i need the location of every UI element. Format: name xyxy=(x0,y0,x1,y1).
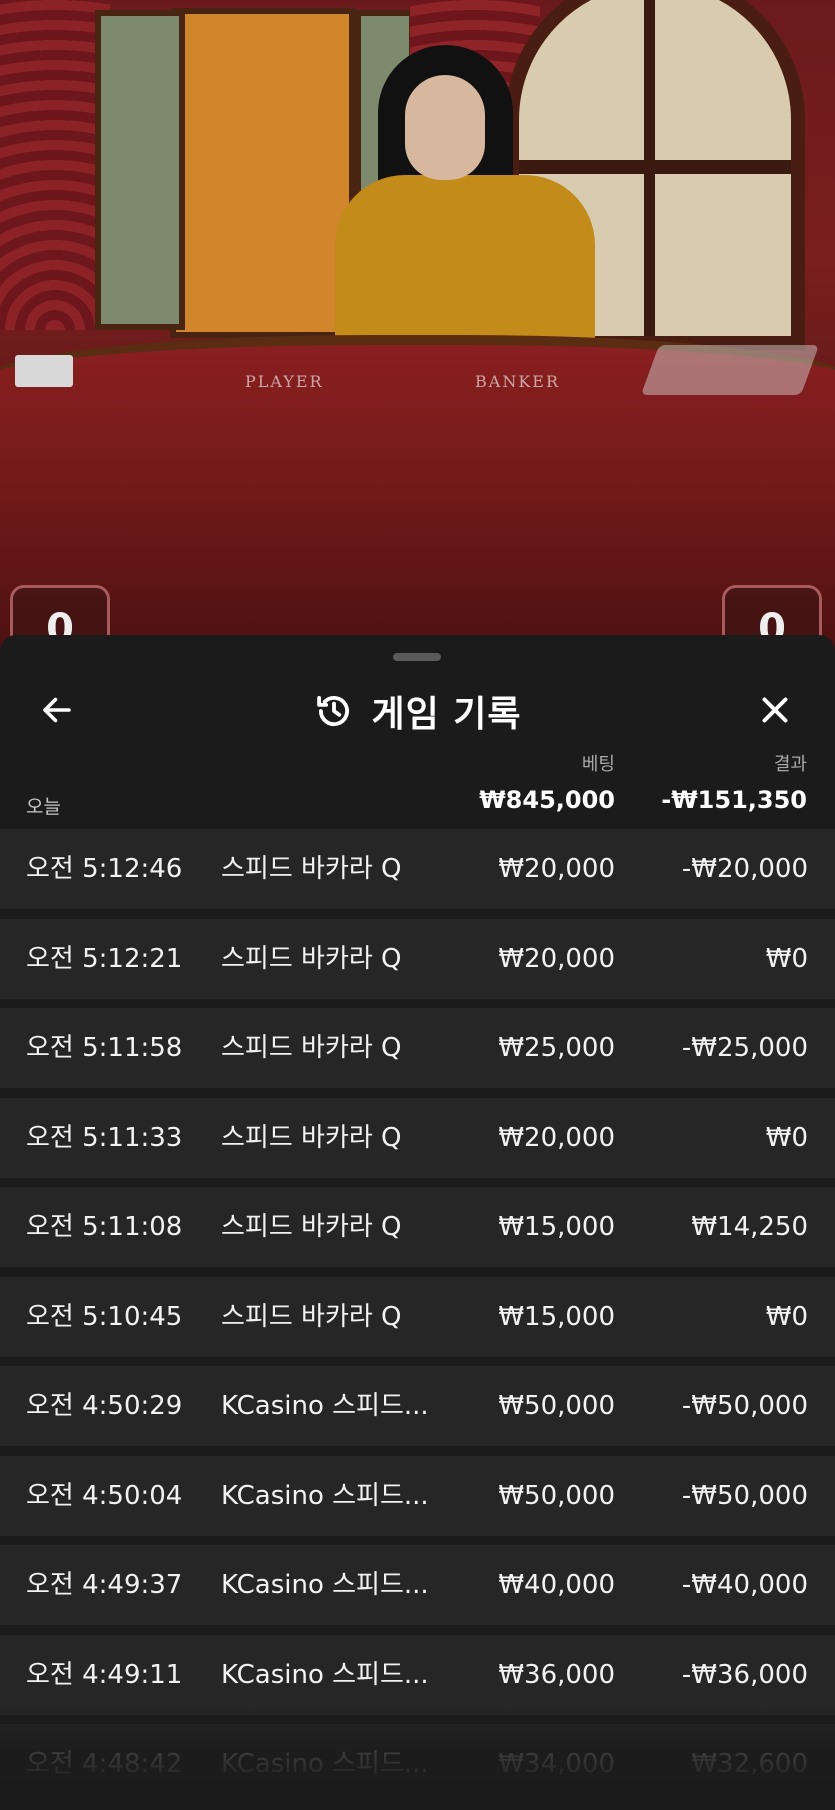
close-icon xyxy=(762,697,788,723)
row-bet: ₩50,000 xyxy=(498,1480,615,1511)
history-list: 오전 5:12:46 스피드 바카라 Q ₩20,000 -₩20,000 오전… xyxy=(0,829,835,1810)
row-time: 오전 4:50:29 xyxy=(26,1391,183,1421)
page-title: 게임 기록 xyxy=(371,694,522,735)
folding-screen xyxy=(170,8,355,338)
row-game: 스피드 바카라 Q xyxy=(221,1122,402,1153)
row-result: ₩32,600 xyxy=(691,1749,808,1779)
history-row[interactable]: 오전 4:49:37 KCasino 스피드... ₩40,000 -₩40,0… xyxy=(0,1545,835,1625)
history-row[interactable]: 오전 5:11:08 스피드 바카라 Q ₩15,000 ₩14,250 xyxy=(0,1187,835,1267)
row-bet: ₩15,000 xyxy=(498,1301,615,1332)
row-result: -₩40,000 xyxy=(681,1570,808,1600)
history-row[interactable]: 오전 5:11:58 스피드 바카라 Q ₩25,000 -₩25,000 xyxy=(0,1008,835,1088)
row-bet: ₩40,000 xyxy=(498,1570,615,1600)
close-button[interactable] xyxy=(752,687,798,733)
row-result: -₩36,000 xyxy=(681,1659,808,1690)
row-bet: ₩34,000 xyxy=(498,1749,615,1779)
row-game: 스피드 바카라 Q xyxy=(221,1033,402,1063)
row-time: 오전 5:11:33 xyxy=(26,1122,183,1153)
row-game: KCasino 스피드... xyxy=(221,1570,429,1600)
card-stack xyxy=(15,355,73,387)
row-game: KCasino 스피드... xyxy=(221,1391,429,1421)
row-result: ₩0 xyxy=(765,1122,808,1153)
history-row[interactable]: 오전 4:50:04 KCasino 스피드... ₩50,000 -₩50,0… xyxy=(0,1455,835,1536)
row-time: 오전 4:50:04 xyxy=(26,1480,183,1511)
row-result: -₩50,000 xyxy=(681,1480,808,1511)
history-icon xyxy=(317,695,350,727)
wall-decoration xyxy=(0,0,110,330)
row-bet: ₩50,000 xyxy=(498,1391,615,1421)
row-result: -₩20,000 xyxy=(681,854,808,884)
row-bet: ₩36,000 xyxy=(498,1659,615,1690)
summary-row: 베팅 결과 오늘 ₩845,000 -₩151,350 xyxy=(0,750,835,828)
row-game: KCasino 스피드... xyxy=(221,1749,429,1779)
table-label-player: PLAYER xyxy=(245,372,324,391)
title-group: 게임 기록 xyxy=(0,685,835,737)
row-result: ₩0 xyxy=(765,1301,808,1332)
total-result: -₩151,350 xyxy=(661,786,807,814)
history-row[interactable]: 오전 5:12:46 스피드 바카라 Q ₩20,000 -₩20,000 xyxy=(0,829,835,909)
row-game: KCasino 스피드... xyxy=(221,1659,429,1690)
history-row[interactable]: 오전 5:12:21 스피드 바카라 Q ₩20,000 ₩0 xyxy=(0,918,835,999)
row-bet: ₩15,000 xyxy=(498,1212,615,1242)
row-time: 오전 5:12:46 xyxy=(26,854,183,884)
row-game: KCasino 스피드... xyxy=(221,1480,429,1511)
drag-handle[interactable] xyxy=(393,653,441,661)
row-time: 오전 4:49:11 xyxy=(26,1659,183,1690)
total-bet: ₩845,000 xyxy=(479,786,615,814)
row-time: 오전 5:12:21 xyxy=(26,943,183,974)
row-result: ₩14,250 xyxy=(691,1212,808,1242)
dealer-body xyxy=(335,175,595,350)
history-row[interactable]: 오전 4:48:42 KCasino 스피드... ₩34,000 ₩32,60… xyxy=(0,1724,835,1804)
row-game: 스피드 바카라 Q xyxy=(221,1301,402,1332)
folding-screen xyxy=(95,10,185,330)
dealer-face xyxy=(405,75,485,180)
card-shoe xyxy=(640,345,820,395)
history-row[interactable]: 오전 4:49:11 KCasino 스피드... ₩36,000 -₩36,0… xyxy=(0,1634,835,1715)
row-game: 스피드 바카라 Q xyxy=(221,943,402,974)
row-time: 오전 5:10:45 xyxy=(26,1301,183,1332)
row-time: 오전 4:48:42 xyxy=(26,1749,183,1779)
history-row[interactable]: 오전 4:50:29 KCasino 스피드... ₩50,000 -₩50,0… xyxy=(0,1366,835,1446)
row-result: -₩25,000 xyxy=(681,1033,808,1063)
history-row[interactable]: 오전 5:11:33 스피드 바카라 Q ₩20,000 ₩0 xyxy=(0,1097,835,1178)
row-bet: ₩25,000 xyxy=(498,1033,615,1063)
row-bet: ₩20,000 xyxy=(498,943,615,974)
date-label: 오늘 xyxy=(26,796,61,818)
row-result: -₩50,000 xyxy=(681,1391,808,1421)
result-column-label: 결과 xyxy=(773,754,807,775)
history-row[interactable]: 오전 5:10:45 스피드 바카라 Q ₩15,000 ₩0 xyxy=(0,1276,835,1357)
bet-column-label: 베팅 xyxy=(581,754,615,775)
row-time: 오전 5:11:08 xyxy=(26,1212,183,1242)
row-game: 스피드 바카라 Q xyxy=(221,1212,402,1242)
row-bet: ₩20,000 xyxy=(498,854,615,884)
table-label-banker: BANKER xyxy=(475,372,560,391)
game-history-sheet: 게임 기록 베팅 결과 오늘 ₩845,000 -₩151,350 오전 5:1… xyxy=(0,635,835,1810)
row-game: 스피드 바카라 Q xyxy=(221,854,402,884)
live-video: PLAYER BANKER 0 0 xyxy=(0,0,835,650)
sheet-header: 게임 기록 xyxy=(0,673,835,745)
row-result: ₩0 xyxy=(765,943,808,974)
row-time: 오전 5:11:58 xyxy=(26,1033,183,1063)
row-time: 오전 4:49:37 xyxy=(26,1570,183,1600)
row-bet: ₩20,000 xyxy=(498,1122,615,1153)
